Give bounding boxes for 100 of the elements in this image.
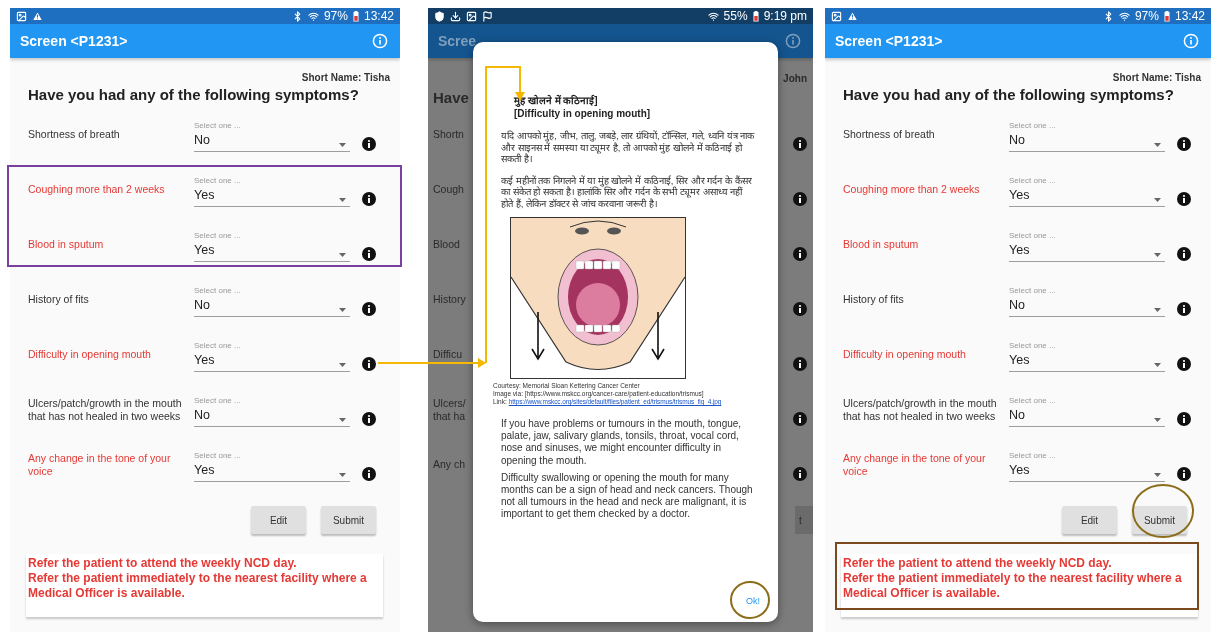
symptom-label: Difficu xyxy=(433,348,462,361)
answer-dropdown[interactable]: Select one ... Yes xyxy=(1009,176,1165,207)
info-icon[interactable] xyxy=(362,356,376,371)
info-icon[interactable] xyxy=(1177,301,1191,316)
symptom-label: Cough xyxy=(433,183,464,196)
question-heading: Have you had any of the following symptoms? xyxy=(843,86,1175,103)
info-icon[interactable] xyxy=(362,191,376,206)
info-icon[interactable] xyxy=(1177,466,1191,481)
info-icon[interactable] xyxy=(1177,246,1191,261)
highlight-circle xyxy=(1132,484,1194,538)
answer-dropdown[interactable]: Select one ... Yes xyxy=(1009,341,1165,372)
caret-icon xyxy=(1154,253,1161,257)
edit-button[interactable]: Edit xyxy=(251,506,306,534)
info-icon[interactable] xyxy=(1177,191,1191,206)
info-icon[interactable] xyxy=(362,466,376,481)
symptom-label: Any ch xyxy=(433,458,466,471)
download-icon xyxy=(450,10,461,22)
shield-icon xyxy=(434,10,445,22)
symptom-label: Shortn xyxy=(433,128,464,141)
answer-dropdown[interactable]: Select one ... No xyxy=(1009,396,1165,427)
symptom-label: History xyxy=(433,293,466,306)
info-icon[interactable] xyxy=(793,191,807,206)
symptom-label: Coughing more than 2 weeks xyxy=(843,183,981,196)
english-paragraph: Difficulty swallowing or opening the mouth for many months can be a sign of head and neck cancers. Though not all tumours in the head and neck are malignant, it is important to get them checked by a doctor. xyxy=(501,471,754,521)
submit-button[interactable]: Submit xyxy=(1132,506,1187,534)
answer-dropdown[interactable]: Select one ... No xyxy=(1009,286,1165,317)
edit-button[interactable]: Edit xyxy=(1062,506,1117,534)
caret-icon xyxy=(339,198,346,202)
info-icon[interactable] xyxy=(362,411,376,426)
screen-title: Scree xyxy=(438,33,477,49)
wifi-icon xyxy=(1118,10,1130,22)
symptom-label: Any change in the tone of your voice xyxy=(28,451,172,478)
symptom-label: Difficulty in opening mouth xyxy=(843,348,967,361)
answer-dropdown[interactable]: Select one ... Yes xyxy=(194,451,350,482)
info-icon[interactable] xyxy=(793,246,807,261)
caret-icon xyxy=(339,473,346,477)
symptom-label: History of fits xyxy=(843,293,905,306)
battery-icon xyxy=(352,10,359,22)
referral-message: Refer the patient to attend the weekly NCD day. Refer the patient immediately to the nearest facility where a Medical Officer is available. xyxy=(26,554,383,617)
image-icon xyxy=(16,10,27,22)
symptom-label: Difficulty in opening mouth xyxy=(28,348,152,361)
battery-level: 55% xyxy=(723,9,748,23)
referral-message: Refer the patient to attend the weekly NCD day. Refer the patient immediately to the nearest facility where a Medical Officer is available. xyxy=(841,554,1198,617)
wifi-icon xyxy=(307,10,319,22)
symptom-label: Coughing more than 2 weeks xyxy=(28,183,166,196)
answer-dropdown[interactable]: Select one ... Yes xyxy=(1009,451,1165,482)
answer-dropdown[interactable]: Select one ... Yes xyxy=(194,341,350,372)
caret-icon xyxy=(339,143,346,147)
caret-icon xyxy=(339,308,346,312)
image-icon xyxy=(831,10,842,22)
clock: 13:42 xyxy=(363,9,394,23)
english-paragraph: If you have problems or tumours in the mouth, tongue, palate, jaw, salivary glands, tonsils, throat, vocal cord, nose and sinuses, we might encounter difficulty in opening the mouth. xyxy=(501,418,743,467)
dialog-subtitle: [Difficulty in opening mouth] xyxy=(514,107,652,120)
caret-icon xyxy=(1154,308,1161,312)
answer-dropdown[interactable]: Select one ... No xyxy=(194,396,350,427)
caret-icon xyxy=(1154,143,1161,147)
symptom-label: Ulcers/ xyxy=(433,396,466,410)
answer-dropdown[interactable]: Select one ... No xyxy=(1009,121,1165,152)
question-heading: Have xyxy=(433,89,469,107)
caret-icon xyxy=(339,363,346,367)
info-icon[interactable] xyxy=(1177,356,1191,371)
answer-dropdown[interactable]: Select one ... Yes xyxy=(1009,231,1165,262)
battery-level: 97% xyxy=(323,9,348,23)
info-icon[interactable] xyxy=(793,466,807,481)
screen-title: Screen <P1231> xyxy=(20,33,128,49)
info-icon[interactable] xyxy=(793,136,807,151)
caret-icon xyxy=(1154,198,1161,202)
submit-button[interactable]: Submit xyxy=(321,506,376,534)
info-icon[interactable] xyxy=(793,301,807,316)
info-icon[interactable] xyxy=(793,411,807,426)
short-name: John xyxy=(783,72,807,85)
battery-icon xyxy=(1163,10,1170,22)
question-heading: Have you had any of the following symptoms? xyxy=(28,86,360,103)
battery-icon xyxy=(752,10,759,22)
info-icon[interactable] xyxy=(362,136,376,151)
answer-dropdown[interactable]: Select one ... No xyxy=(194,121,350,152)
short-name: Short Name: Tisha xyxy=(1112,72,1201,83)
symptom-label: Shortness of breath xyxy=(28,128,121,141)
symptom-label: Blood in sputum xyxy=(28,238,105,251)
answer-dropdown[interactable]: Select one ... No xyxy=(194,286,350,317)
symptom-label: Shortness of breath xyxy=(843,128,936,141)
symptom-label: History of fits xyxy=(28,293,90,306)
answer-dropdown[interactable]: Select one ... Yes xyxy=(194,176,350,207)
flag-icon xyxy=(482,10,493,22)
info-icon[interactable] xyxy=(1177,411,1191,426)
clock: 13:42 xyxy=(1174,9,1205,23)
info-icon[interactable] xyxy=(362,246,376,261)
hindi-paragraph: यदि आपको मुंह, जीभ, तालु, जबड़े, लार ग्रंथियों, टॉन्सिल, गले, ध्वनि यंत्र नाक और साइनस में समस्या या ट्यूमर है, तो आपको मुंह खोलने में कठिनाई हो सकती है। xyxy=(501,130,756,165)
symptom-label: Ulcers/patch/growth in the mouth that has not healed in two weeks xyxy=(28,396,183,423)
answer-dropdown[interactable]: Select one ... Yes xyxy=(194,231,350,262)
short-name: Short Name: Tisha xyxy=(301,72,390,83)
caret-icon xyxy=(1154,418,1161,422)
hindi-paragraph: कई महीनों तक निगलने में या मुंह खोलने में कठिनाई, सिर और गर्दन के कैंसर का संकेत हो सकता है। हालांकि सिर और गर्दन के सभी ट्यूमर असाध्य नहीं होते हैं, लेकिन डॉक्टर से जांच करवाना जरूरी है। xyxy=(501,174,753,209)
caret-icon xyxy=(1154,473,1161,477)
info-icon[interactable] xyxy=(1177,136,1191,151)
symptom-label: Blood in sputum xyxy=(843,238,920,251)
image-icon xyxy=(466,10,477,22)
info-icon[interactable] xyxy=(793,356,807,371)
info-icon[interactable] xyxy=(362,301,376,316)
clock: 9:19 pm xyxy=(763,9,807,23)
